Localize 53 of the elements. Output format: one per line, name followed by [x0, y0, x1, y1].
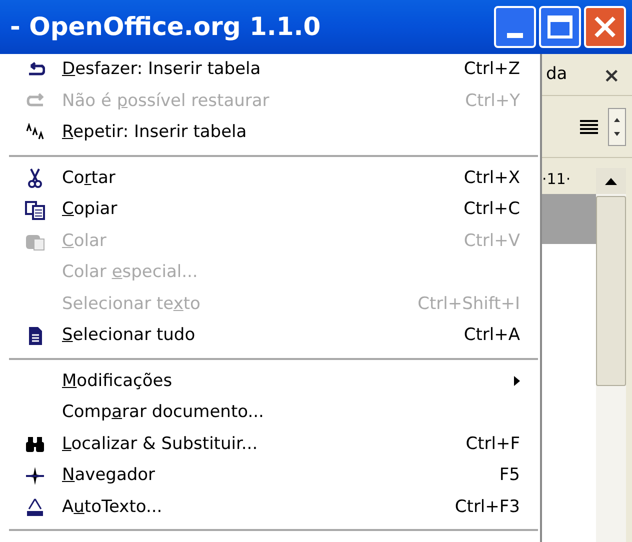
- menu-item-label: Modificações: [62, 370, 172, 392]
- align-icon[interactable]: [580, 120, 598, 134]
- shortcut-label: Ctrl+Y: [465, 90, 520, 112]
- menu-item[interactable]: Navegador F5: [7, 460, 540, 492]
- minimize-button[interactable]: [494, 6, 536, 48]
- menu-item-label: Selecionar texto: [62, 292, 200, 316]
- shortcut-label: Ctrl+X: [464, 166, 520, 190]
- menu-item[interactable]: Localizar & Substituir... Ctrl+F: [7, 428, 540, 460]
- menu-item-label: Colar especial...: [62, 261, 198, 284]
- page-margin: [542, 194, 596, 244]
- menu-item[interactable]: Selecionar tudo Ctrl+A: [7, 320, 540, 352]
- shortcut-label: Ctrl+C: [464, 198, 520, 221]
- close-icon[interactable]: ×: [603, 60, 620, 90]
- menu-item-label: AutoTexto...: [62, 496, 162, 518]
- menu-item-label: Cortar: [62, 166, 116, 190]
- scroll-up-icon[interactable]: [596, 168, 626, 194]
- autotext-icon: [24, 497, 44, 518]
- menu-item[interactable]: Modificações: [7, 366, 540, 397]
- shortcut-label: Ctrl+F3: [454, 496, 520, 518]
- shortcut-label: Ctrl+V: [464, 230, 520, 252]
- spinner-icon[interactable]: [608, 108, 626, 146]
- menu-item[interactable]: Desfazer: Inserir tabela Ctrl+Z: [7, 54, 540, 86]
- scroll-thumb[interactable]: [596, 196, 626, 386]
- menu-item-label: Não é possível restaurar: [62, 90, 270, 112]
- menu-item-label: Colar: [62, 230, 106, 252]
- menu-item-label: Navegador: [62, 464, 156, 487]
- shortcut-label: F5: [499, 464, 520, 487]
- close-icon: [593, 15, 617, 39]
- minimize-icon: [507, 33, 523, 38]
- tab-label: da: [546, 62, 568, 86]
- window-title: - OpenOffice.org 1.1.0: [10, 11, 321, 44]
- menu-item[interactable]: Repetir: Inserir tabela: [7, 117, 540, 148]
- menu-item[interactable]: Cortar Ctrl+X: [7, 162, 540, 194]
- menu-item-label: Repetir: Inserir tabela: [62, 121, 247, 144]
- shortcut-label: Ctrl+Shift+I: [418, 292, 520, 316]
- menu-item-label: Desfazer: Inserir tabela: [62, 58, 261, 81]
- binoculars-icon: [24, 434, 44, 454]
- menu-item-label: Selecionar tudo: [62, 324, 196, 347]
- scrollbar[interactable]: [596, 168, 626, 542]
- shortcut-label: Ctrl+A: [464, 324, 520, 347]
- menu-item[interactable]: Copiar Ctrl+C: [7, 194, 540, 226]
- maximize-button[interactable]: [539, 6, 581, 48]
- maximize-icon: [547, 15, 573, 39]
- menu-item-label: Copiar: [62, 198, 118, 221]
- compass-star-icon: [24, 466, 44, 486]
- menu-item[interactable]: AutoTexto... Ctrl+F3: [7, 492, 540, 523]
- menu-item-label: Localizar & Substituir...: [62, 432, 258, 456]
- menu-item-label: Comparar documento...: [62, 401, 264, 424]
- close-button[interactable]: [584, 6, 626, 48]
- copy-icon: [24, 200, 44, 220]
- shortcut-label: Ctrl+F: [466, 432, 520, 456]
- menu-item[interactable]: Comparar documento...: [7, 397, 540, 428]
- shortcut-label: Ctrl+Z: [464, 58, 520, 81]
